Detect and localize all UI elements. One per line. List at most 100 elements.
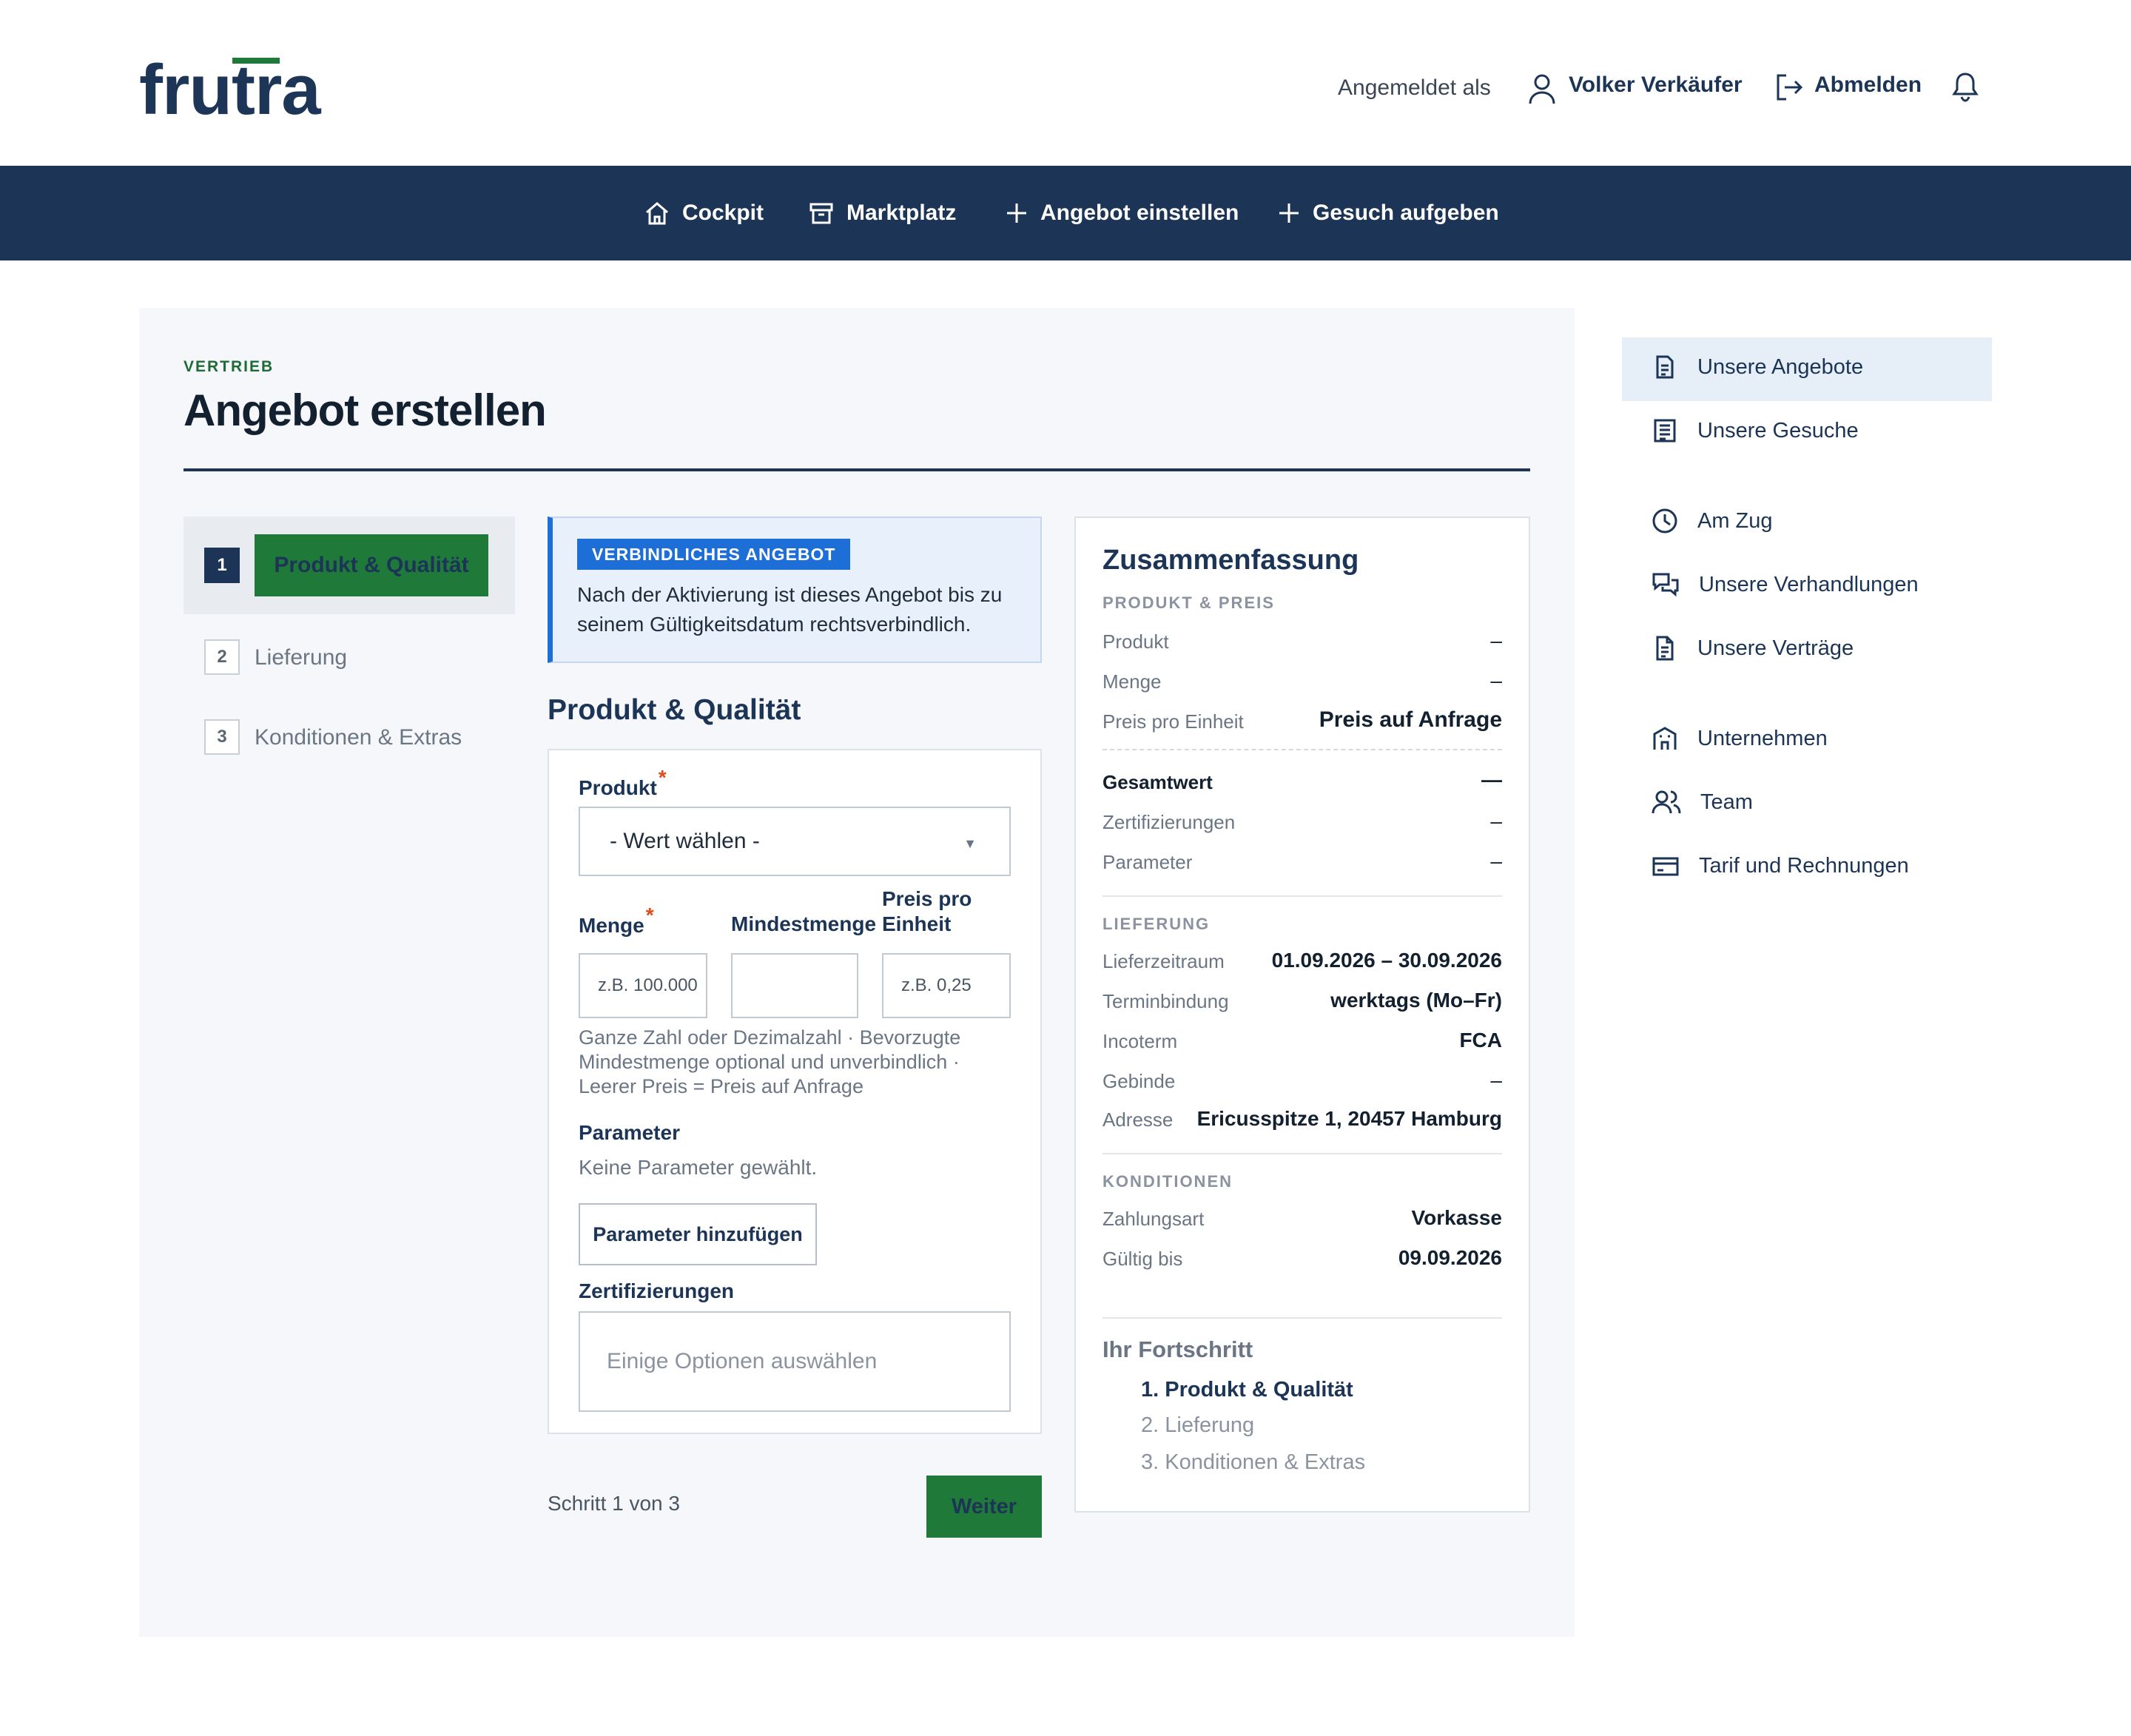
user-name-link[interactable]: Volker Verkäufer [1569,74,1743,96]
summary-container-key: Gebinde [1102,1070,1176,1092]
title-divider [184,468,1530,471]
quantity-help-text: Ganze Zahl oder Dezimalzahl · Bevorzugte… [579,1026,961,1097]
step-label-3[interactable]: Konditionen & Extras [255,725,462,750]
nav-marktplatz[interactable]: Marktplatz [808,198,956,228]
summary-divider [1102,895,1502,897]
required-marker: * [658,766,667,789]
summary-qty-value: – [1490,669,1502,692]
bell-icon[interactable] [1952,71,1979,102]
summary-address-key: Adresse [1102,1108,1174,1131]
summary-binding-key: Terminbindung [1102,990,1229,1012]
parameters-label: Parameter [579,1121,680,1144]
summary-card [1074,517,1530,1513]
sidebar-item-label: Unternehmen [1697,726,1828,750]
sidebar-item-unsere-verhandlungen[interactable]: Unsere Verhandlungen [1652,570,1919,599]
sidebar-item-unsere-vertraege[interactable]: Unsere Verträge [1652,633,1854,663]
product-label: Produkt* [579,766,667,799]
sidebar-item-am-zug[interactable]: Am Zug [1652,506,1773,536]
caret-down-icon: ▼ [963,836,977,851]
nav-angebot-einstellen[interactable]: Angebot einstellen [1005,198,1239,228]
sidebar-item-tarif-rechnungen[interactable]: Tarif und Rechnungen [1652,851,1909,881]
summary-incoterm-key: Incoterm [1102,1030,1178,1052]
summary-total-value: — [1481,768,1502,791]
price-per-unit-label: Preis pro Einheit [882,887,972,935]
logout-link[interactable]: Abmelden [1814,74,1922,96]
quantity-input[interactable]: z.B. 100.000 [579,953,707,1018]
page-kicker: VERTRIEB [184,358,275,375]
home-icon [644,200,670,226]
step-label-1[interactable]: Produkt & Qualität [255,534,488,596]
contract-icon [1652,635,1678,662]
step-number-1: 1 [204,548,240,583]
summary-title: Zusammenfassung [1102,545,1359,576]
summary-params-key: Parameter [1102,851,1193,873]
summary-incoterm-value: FCA [1459,1029,1502,1052]
sidebar-item-team[interactable]: Team [1652,787,1753,817]
section-title: Produkt & Qualität [548,694,801,726]
sidebar-item-unsere-gesuche[interactable]: Unsere Gesuche [1652,416,1859,445]
nav-marktplatz-label: Marktplatz [846,201,957,225]
page-title: Angebot erstellen [184,386,547,435]
step-number-3: 3 [204,719,240,755]
summary-payment-key: Zahlungsart [1102,1208,1205,1230]
step-info: Schritt 1 von 3 [548,1492,680,1515]
nav-gesuch-aufgeben[interactable]: Gesuch aufgeben [1277,198,1499,228]
clock-icon [1652,508,1678,534]
summary-divider [1102,1317,1502,1319]
logout-icon [1774,73,1804,102]
summary-container-value: – [1490,1069,1502,1091]
archive-box-icon [808,200,835,226]
users-icon [1652,789,1681,815]
sidebar-item-label: Unsere Gesuche [1697,418,1859,443]
step-label-2[interactable]: Lieferung [255,645,347,670]
chat-bubbles-icon [1652,571,1680,598]
add-parameter-button[interactable]: Parameter hinzufügen [579,1203,817,1265]
summary-certs-key: Zertifizierungen [1102,811,1236,833]
summary-section-product: PRODUKT & PREIS [1102,593,1275,612]
summary-dashed-divider [1102,749,1502,750]
summary-product-value: – [1490,629,1502,652]
nav-cockpit[interactable]: Cockpit [644,198,764,228]
progress-step-1: 1. Produkt & Qualität [1141,1378,1353,1402]
plus-icon [1005,201,1029,225]
summary-address-value: Ericusspitze 1, 20457 Hamburg [1196,1107,1502,1130]
summary-valid-value: 09.09.2026 [1398,1246,1502,1269]
summary-price-value: Preis auf Anfrage [1319,707,1502,732]
quantity-label: Menge* [579,904,654,937]
progress-step-3: 3. Konditionen & Extras [1141,1450,1366,1474]
nav-cockpit-label: Cockpit [682,201,764,225]
min-quantity-input[interactable] [731,953,858,1018]
summary-certs-value: – [1490,810,1502,832]
product-select-value: - Wert wählen - [610,829,760,853]
logged-in-label: Angemeldet als [1338,75,1491,100]
sidebar-item-unsere-angebote[interactable]: Unsere Angebote [1652,352,1863,382]
summary-params-value: – [1490,850,1502,872]
frutra-logo[interactable]: frutra [139,55,321,126]
certifications-multiselect[interactable]: Einige Optionen auswählen [579,1311,1011,1412]
plus-icon [1277,201,1301,225]
progress-step-2: 2. Lieferung [1141,1413,1255,1437]
certifications-label: Zertifizierungen [579,1279,735,1302]
summary-total-key: Gesamtwert [1102,771,1213,793]
summary-binding-value: werktags (Mo–Fr) [1330,989,1502,1012]
summary-product-key: Produkt [1102,630,1169,653]
next-button[interactable]: Weiter [926,1476,1042,1538]
summary-price-key: Preis pro Einheit [1102,710,1244,733]
product-select[interactable]: - Wert wählen - ▼ [579,807,1011,876]
nav-angebot-label: Angebot einstellen [1040,201,1239,225]
sidebar-item-unternehmen[interactable]: Unternehmen [1652,724,1828,753]
document-icon [1652,354,1678,380]
list-document-icon [1652,417,1678,444]
sidebar-item-label: Tarif und Rechnungen [1699,853,1909,878]
progress-title: Ihr Fortschritt [1102,1336,1253,1362]
parameters-empty-text: Keine Parameter gewählt. [579,1156,818,1179]
sidebar-item-label: Unsere Verträge [1697,636,1854,660]
summary-qty-key: Menge [1102,670,1162,693]
price-input[interactable]: z.B. 0,25 [882,953,1011,1018]
step-number-2: 2 [204,639,240,675]
sidebar-item-label: Am Zug [1697,508,1773,533]
sidebar-item-label: Team [1700,790,1753,814]
summary-period-key: Lieferzeitraum [1102,950,1225,972]
summary-valid-key: Gültig bis [1102,1248,1183,1270]
nav-gesuch-label: Gesuch aufgeben [1313,201,1499,225]
